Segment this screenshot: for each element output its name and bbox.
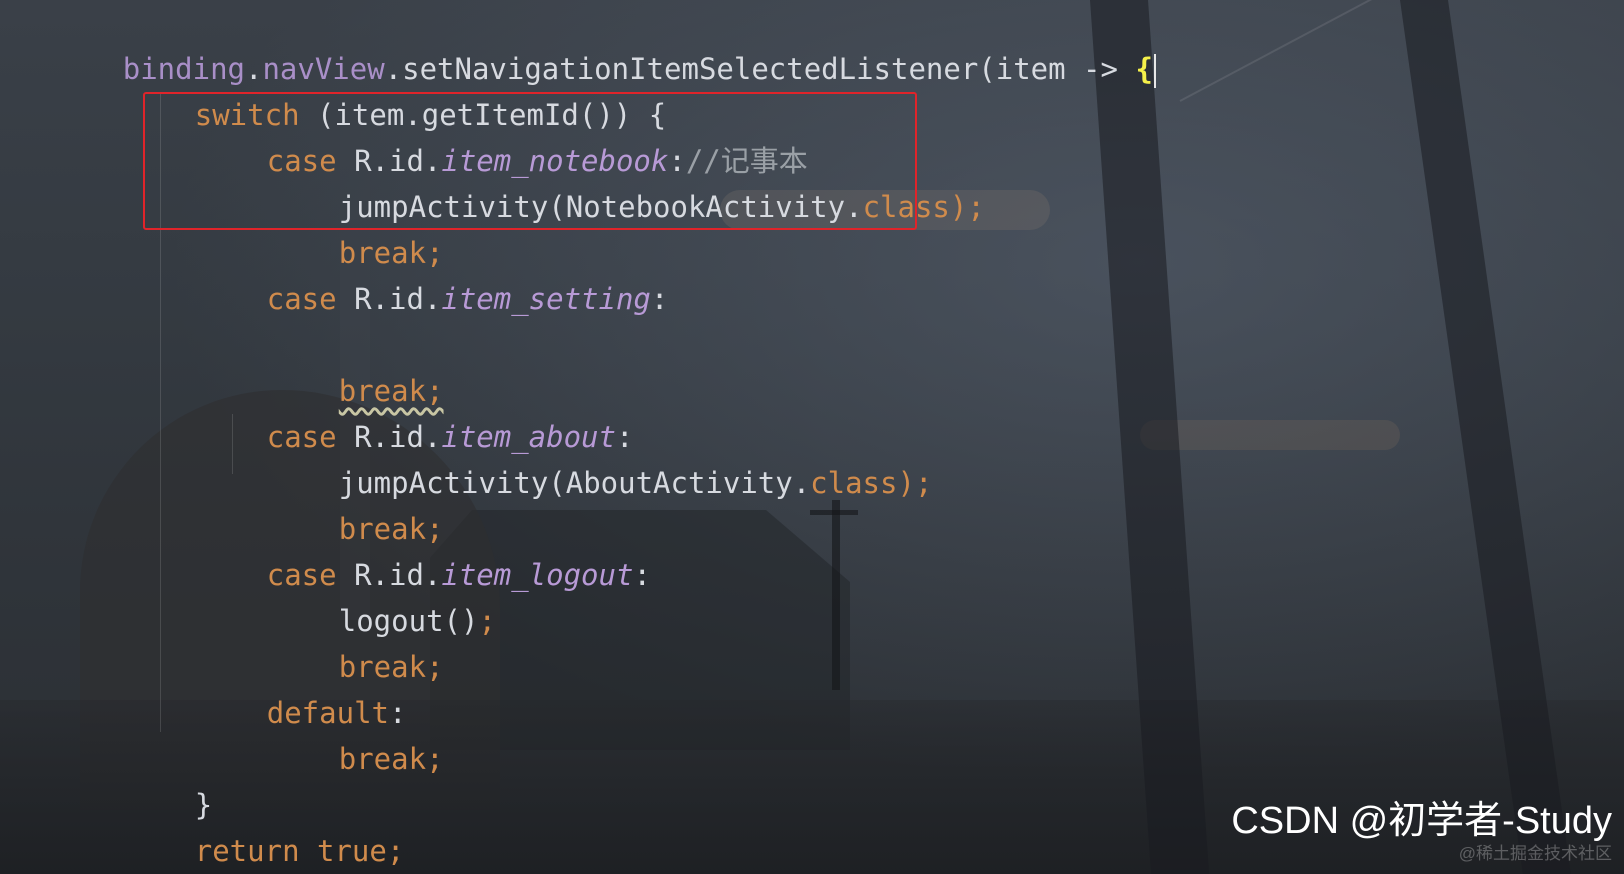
code-line[interactable]: case R.id.item_about: (18, 368, 1156, 454)
code-line[interactable] (18, 276, 1156, 322)
code-line[interactable]: }); (18, 828, 1156, 874)
code-line[interactable]: jumpActivity(AboutActivity.class); (18, 414, 1156, 500)
code-line[interactable]: break; (18, 460, 1156, 546)
code-line[interactable]: break; (18, 322, 1156, 408)
background-cloud (1140, 420, 1400, 450)
juejin-watermark: @稀土掘金技术社区 (1458, 844, 1612, 863)
code-line[interactable]: } (18, 736, 1156, 822)
code-line[interactable]: binding.navView.setNavigationItemSelecte… (18, 0, 1156, 88)
code-line[interactable]: logout(); (18, 552, 1156, 638)
code-line[interactable]: break; (18, 598, 1156, 684)
code-line[interactable]: switch (item.getItemId()) { (18, 46, 1156, 132)
code-line[interactable]: case R.id.item_logout: (18, 506, 1156, 592)
background-wire (1179, 0, 1552, 102)
code-editor[interactable]: binding.navView.setNavigationItemSelecte… (0, 0, 1624, 874)
code-line[interactable]: case R.id.item_setting: (18, 230, 1156, 316)
code-line[interactable]: default: (18, 644, 1156, 730)
red-annotation-box (143, 92, 917, 230)
background-pole (1400, 0, 1571, 874)
code-line[interactable]: return true; (18, 782, 1156, 868)
code-line[interactable]: break; (18, 690, 1156, 776)
csdn-watermark: CSDN @初学者-Study (1231, 800, 1612, 842)
